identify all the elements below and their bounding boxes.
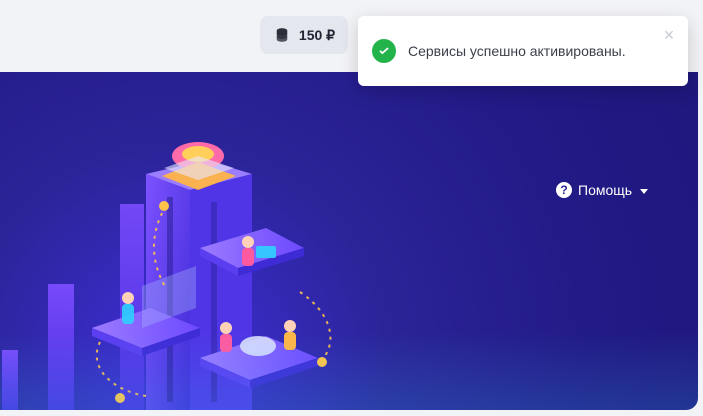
office-illustration — [0, 142, 698, 410]
balance-button[interactable]: 150 ₽ — [260, 16, 348, 54]
success-toast: Сервисы успешно активированы. × — [358, 16, 688, 86]
help-menu[interactable]: ? Помощь — [556, 182, 649, 198]
check-circle-icon — [372, 39, 396, 63]
toast-message: Сервисы успешно активированы. — [408, 42, 626, 59]
chevron-down-icon — [640, 188, 649, 194]
help-icon: ? — [556, 182, 572, 198]
close-icon[interactable]: × — [660, 26, 678, 44]
balance-amount: 150 ₽ — [298, 26, 336, 43]
help-label: Помощь — [578, 182, 633, 198]
coins-icon — [273, 26, 291, 44]
hero-banner: ? Помощь — [0, 72, 698, 410]
